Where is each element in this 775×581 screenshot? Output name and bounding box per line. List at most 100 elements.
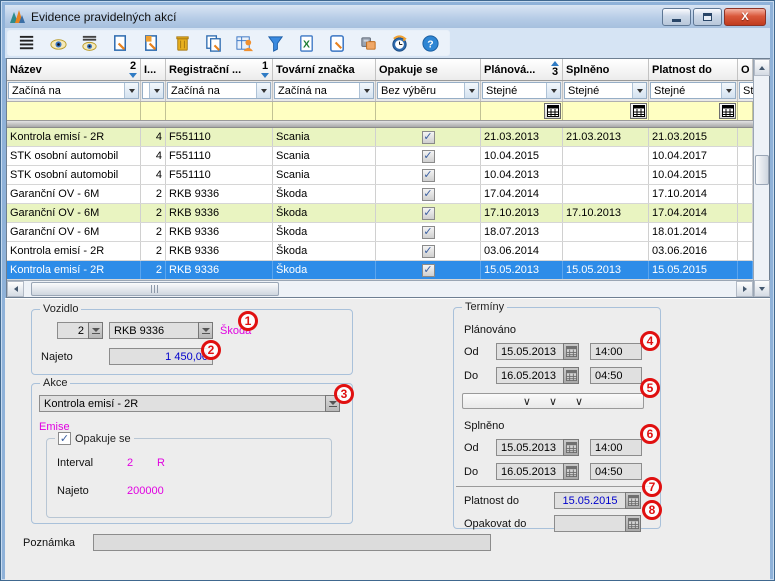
- column-header-nazev[interactable]: Název2: [7, 59, 141, 80]
- column-header-o[interactable]: O: [738, 59, 753, 80]
- toolbar-button-edit[interactable]: [140, 32, 162, 54]
- filter-input-nazev[interactable]: [7, 102, 141, 120]
- filter-input-o[interactable]: [738, 102, 753, 120]
- plan-od-time-field[interactable]: 14:00: [590, 343, 642, 360]
- minimize-button[interactable]: [662, 8, 691, 26]
- table-row[interactable]: Kontrola emisí - 2R 4 F551110 Scania ✓ 2…: [7, 128, 753, 147]
- toolbar-button-new[interactable]: [109, 32, 131, 54]
- opakuje-se-checkbox[interactable]: ✓: [422, 207, 435, 220]
- spl-od-date-field[interactable]: 15.05.2013: [496, 439, 564, 456]
- column-header-splneno[interactable]: Splněno: [563, 59, 649, 80]
- opakuje-se-checkbox[interactable]: ✓: [58, 432, 71, 445]
- plan-do-time-field[interactable]: 04:50: [590, 367, 642, 384]
- calendar-button[interactable]: [544, 103, 561, 119]
- toolbar-button-view[interactable]: [47, 32, 69, 54]
- opakuje-se-checkbox[interactable]: ✓: [422, 169, 435, 182]
- spl-do-time-field[interactable]: 04:50: [590, 463, 642, 480]
- poznamka-field[interactable]: [93, 534, 491, 551]
- filter-dropdown-splneno[interactable]: Stejné: [564, 82, 647, 99]
- vehicle-id-dropdown-button[interactable]: [88, 322, 103, 339]
- toolbar-button-history[interactable]: [388, 32, 410, 54]
- filter-input-opakuje[interactable]: [376, 102, 481, 120]
- table-row[interactable]: Garanční OV - 6M 2 RKB 9336 Škoda ✓ 17.1…: [7, 204, 753, 223]
- toolbar-button-view-columns[interactable]: [78, 32, 100, 54]
- toolbar-button-filter[interactable]: [264, 32, 286, 54]
- calendar-button[interactable]: [719, 103, 736, 119]
- table-row[interactable]: STK osobní automobil 4 F551110 Scania ✓ …: [7, 147, 753, 166]
- vertical-scrollbar[interactable]: [753, 59, 769, 297]
- najeto-field[interactable]: 1 450,00: [109, 348, 213, 365]
- toolbar-button-copy[interactable]: [202, 32, 224, 54]
- filter-input-planovano[interactable]: [481, 102, 563, 120]
- filter-input-i[interactable]: [141, 102, 166, 120]
- calendar-button[interactable]: [563, 367, 579, 384]
- table-row[interactable]: STK osobní automobil 4 F551110 Scania ✓ …: [7, 166, 753, 185]
- column-header-i[interactable]: I...: [141, 59, 166, 80]
- toolbar-button-delete[interactable]: [171, 32, 193, 54]
- filter-input-platnost[interactable]: [649, 102, 738, 120]
- table-row[interactable]: Garanční OV - 6M 2 RKB 9336 Škoda ✓ 17.0…: [7, 185, 753, 204]
- filter-dropdown-nazev[interactable]: Začíná na: [8, 82, 139, 99]
- najeto-label: Najeto: [57, 485, 89, 497]
- annotation-1: 1: [238, 311, 258, 331]
- table-row[interactable]: Garanční OV - 6M 2 RKB 9336 Škoda ✓ 18.0…: [7, 223, 753, 242]
- opakovat-do-field[interactable]: [554, 515, 626, 532]
- scroll-up-button[interactable]: [754, 59, 770, 76]
- calendar-button[interactable]: [563, 463, 579, 480]
- calendar-button[interactable]: [625, 515, 641, 532]
- filter-dropdown-planovano[interactable]: Stejné: [482, 82, 561, 99]
- opakuje-se-checkbox[interactable]: ✓: [422, 226, 435, 239]
- calendar-button[interactable]: [630, 103, 647, 119]
- table-row-selected[interactable]: Kontrola emisí - 2R 2 RKB 9336 Škoda ✓ 1…: [7, 261, 753, 280]
- title-bar[interactable]: Evidence pravidelných akcí X: [5, 5, 770, 28]
- filter-dropdown-platnost[interactable]: Stejné: [650, 82, 736, 99]
- opakuje-se-checkbox[interactable]: ✓: [422, 188, 435, 201]
- horizontal-scrollbar[interactable]: [7, 280, 753, 297]
- calendar-button[interactable]: [625, 492, 641, 509]
- column-header-registracni[interactable]: Registrační ...1: [166, 59, 273, 80]
- toolbar-button-menu-list[interactable]: [16, 32, 38, 54]
- filter-input-splneno[interactable]: [563, 102, 649, 120]
- plan-od-date-field[interactable]: 15.05.2013: [496, 343, 564, 360]
- filter-dropdown-tovarni[interactable]: Začíná na: [274, 82, 374, 99]
- vehicle-id-field[interactable]: 2: [57, 322, 89, 339]
- copy-planned-to-done-button[interactable]: ∨∨∨: [462, 393, 644, 409]
- restore-button[interactable]: [693, 8, 722, 26]
- calendar-button[interactable]: [563, 343, 579, 360]
- horizontal-scroll-thumb[interactable]: [31, 282, 279, 296]
- svg-text:?: ?: [427, 39, 433, 50]
- opakuje-se-checkbox[interactable]: ✓: [422, 150, 435, 163]
- annotation-4: 4: [640, 331, 660, 351]
- akce-select-field[interactable]: Kontrola emisí - 2R: [39, 395, 326, 412]
- vertical-scroll-thumb[interactable]: [755, 155, 769, 185]
- toolbar-button-help[interactable]: ?: [419, 32, 441, 54]
- scroll-right-button[interactable]: [736, 281, 753, 297]
- plan-do-date-field[interactable]: 16.05.2013: [496, 367, 564, 384]
- filter-input-tovarni[interactable]: [273, 102, 376, 120]
- filter-dropdown-opakuje[interactable]: Bez výběru: [377, 82, 479, 99]
- scroll-down-button[interactable]: [754, 280, 770, 297]
- spl-do-date-field[interactable]: 16.05.2013: [496, 463, 564, 480]
- opakuje-se-checkbox[interactable]: ✓: [422, 264, 435, 277]
- vehicle-reg-field[interactable]: RKB 9336: [109, 322, 199, 339]
- column-header-planovano[interactable]: Plánová...3: [481, 59, 563, 80]
- column-header-platnost-do[interactable]: Platnost do: [649, 59, 738, 80]
- spl-od-time-field[interactable]: 14:00: [590, 439, 642, 456]
- opakuje-se-checkbox[interactable]: ✓: [422, 131, 435, 144]
- close-button[interactable]: X: [724, 8, 766, 26]
- toolbar-button-grid-user[interactable]: [233, 32, 255, 54]
- opakuje-se-checkbox[interactable]: ✓: [422, 245, 435, 258]
- calendar-button[interactable]: [563, 439, 579, 456]
- platnost-do-field[interactable]: 15.05.2015: [554, 492, 626, 509]
- toolbar-button-excel[interactable]: X: [295, 32, 317, 54]
- table-row[interactable]: Kontrola emisí - 2R 2 RKB 9336 Škoda ✓ 0…: [7, 242, 753, 261]
- toolbar-button-merge[interactable]: [357, 32, 379, 54]
- filter-dropdown-i[interactable]: [142, 82, 164, 99]
- toolbar-button-note[interactable]: [326, 32, 348, 54]
- scroll-left-button[interactable]: [7, 281, 24, 297]
- column-header-opakuje-se[interactable]: Opakuje se: [376, 59, 481, 80]
- filter-dropdown-registracni[interactable]: Začíná na: [167, 82, 271, 99]
- column-header-tovarni-znacka[interactable]: Tovární značka: [273, 59, 376, 80]
- vehicle-reg-dropdown-button[interactable]: [198, 322, 213, 339]
- filter-input-registracni[interactable]: [166, 102, 273, 120]
